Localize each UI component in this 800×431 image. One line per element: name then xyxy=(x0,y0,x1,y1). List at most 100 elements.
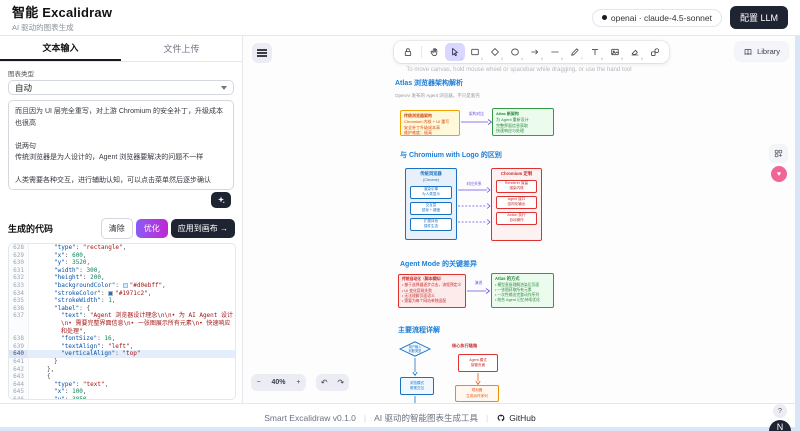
diamond-icon xyxy=(489,46,501,58)
tool-ellipse[interactable]: 4 xyxy=(505,43,525,61)
github-link[interactable]: GitHub xyxy=(496,413,535,423)
footer-separator: | xyxy=(364,413,366,423)
diagram-section2-title: 与 Chromium with Logo 的区别 xyxy=(400,150,502,160)
diagram-green-box2[interactable]: Atlas 的方式 • 模型直接理解渲染后页面• 一张图获取所有元素• 一次性输… xyxy=(491,273,554,308)
tool-rectangle[interactable]: 2 xyxy=(465,43,485,61)
agent-mode-node[interactable]: Agent 模式接管页面 xyxy=(458,354,498,372)
code-line: 641} xyxy=(9,358,235,366)
arrow-icon xyxy=(529,46,541,58)
vertical-scrollbar[interactable] xyxy=(795,36,800,431)
tool-diamond[interactable]: 3 xyxy=(485,43,505,61)
code-actions-row: 生成的代码 清除 优化 应用到画布 → xyxy=(0,218,243,239)
rectangle-icon xyxy=(469,46,481,58)
diagram-yellow-box[interactable]: 传统浏览器架构 Chromium 内核 + UI 重写安全补丁升级成本高维护难度… xyxy=(400,110,460,136)
help-button[interactable]: ? xyxy=(773,404,787,418)
s2-right-boxes: Renderer 保留渲染内核 Agent 接口结构化输出 Action 执行自动操… xyxy=(492,180,541,225)
model-badge-label: openai · claude-4.5-sonnet xyxy=(611,13,712,23)
image-icon xyxy=(609,46,621,58)
zoom-in-button[interactable]: + xyxy=(296,379,300,386)
generated-code-label: 生成的代码 xyxy=(8,222,98,235)
tool-selection[interactable]: 1 xyxy=(445,43,465,61)
optimize-button[interactable]: 优化 xyxy=(136,219,168,238)
tool-line[interactable]: 6 xyxy=(545,43,565,61)
diagram-section3-title: Agent Mode 的关键差异 xyxy=(400,259,477,269)
apply-to-canvas-button[interactable]: 应用到画布 → xyxy=(171,219,235,238)
code-line: 637"text": "Agent 浏览器设计理念\n\n• 为 AI Agen… xyxy=(9,312,235,335)
code-line: 642}, xyxy=(9,366,235,374)
lock-icon xyxy=(402,46,414,58)
flow-arrow-1 xyxy=(412,358,418,376)
diagram-section4-title: 主要流程详解 xyxy=(398,325,440,335)
tool-arrow[interactable]: 5 xyxy=(525,43,545,61)
library-label: Library xyxy=(757,47,780,56)
tool-text[interactable]: 8 xyxy=(585,43,605,61)
code-editor[interactable]: 628"type": "rectangle",629"x": 600,630"y… xyxy=(8,243,236,400)
sparkle-icon xyxy=(216,195,226,205)
diagram-pink-box[interactable]: 传统自动化（脚本模拟） • 基于选择器逐步点击，流程预定义• UI 变化容易失败… xyxy=(398,274,466,308)
code-line: 638"fontSize": 16, xyxy=(9,335,235,343)
diagram-text-line: Chromium 内核 + UI 重写 xyxy=(404,119,456,124)
tool-lock[interactable] xyxy=(398,43,418,61)
code-line: 631"width": 300, xyxy=(9,267,235,275)
footer-version: Smart Excalidraw v0.1.0 xyxy=(264,413,356,423)
arrow-connector xyxy=(461,118,492,126)
feedback-button[interactable]: ♥ xyxy=(771,166,787,182)
diagram-red-container[interactable]: Chromium 定制 Renderer 保留渲染内核Agent 接口结构化输出… xyxy=(491,168,542,241)
diagram-node[interactable]: Renderer 保留渲染内核 xyxy=(496,180,537,193)
tab-file-upload[interactable]: 文件上传 xyxy=(121,36,242,61)
model-badge[interactable]: openai · claude-4.5-sonnet xyxy=(592,9,722,27)
canvas-toolbar: 1234567890 xyxy=(394,41,669,63)
book-icon xyxy=(743,47,753,57)
menu-button[interactable] xyxy=(252,43,272,63)
evolve-label: 演进 xyxy=(467,281,490,286)
tool-image[interactable]: 9 xyxy=(605,43,625,61)
tool-draw[interactable]: 7 xyxy=(565,43,585,61)
left-panel: 文本输入 文件上传 图表类型 自动 而且因为 UI 层完全重写，对上游 Chro… xyxy=(0,36,243,403)
footer-separator: | xyxy=(486,413,488,423)
redo-button[interactable]: ↷ xyxy=(337,378,344,387)
code-line: 643{ xyxy=(9,373,235,381)
diagram-text-line: • 基于选择器逐步点击，流程预定义 xyxy=(402,283,462,288)
code-line: 645"x": 100, xyxy=(9,388,235,396)
zoom-level[interactable]: 40% xyxy=(271,379,285,386)
undo-button[interactable]: ↶ xyxy=(321,378,328,387)
diagram-section1-title: Atlas 浏览器架构解析 xyxy=(395,78,463,88)
github-icon xyxy=(496,413,506,423)
diagram-node[interactable]: 渲染引擎为人类显示 xyxy=(410,186,452,199)
s2-left-boxes: 渲染引擎为人类显示交互层鼠标 + 键盘扩展体系插件生态 xyxy=(406,186,456,231)
diagram-node[interactable]: 交互层鼠标 + 键盘 xyxy=(410,202,452,215)
chart-type-select[interactable]: 自动 xyxy=(8,80,234,95)
prompt-textarea[interactable]: 而且因为 UI 层完全重写，对上游 Chromium 的安全补丁，升级成本也很高… xyxy=(8,100,234,190)
tab-text-input[interactable]: 文本输入 xyxy=(0,36,121,61)
tool-eraser[interactable]: 0 xyxy=(625,43,645,61)
diagram-green-box[interactable]: Atlas 新架构 为 Agent 重新设计完整界面信息获取快速响应与处理 xyxy=(492,108,554,136)
zoom-out-button[interactable]: − xyxy=(256,379,260,386)
excalidraw-canvas[interactable]: 1234567890 Library To move canvas, hold … xyxy=(243,36,795,403)
generate-button[interactable] xyxy=(211,192,231,208)
clear-button[interactable]: 清除 xyxy=(101,218,133,239)
diagram-text-line: • 需要为每个网站单独适配 xyxy=(402,299,462,304)
diagram-text-line: 维护难度：极高 xyxy=(404,130,456,135)
code-line: 630"y": 3520, xyxy=(9,259,235,267)
diagram-blue-container[interactable]: 传统浏览器(Chrome) 渲染引擎为人类显示交互层鼠标 + 键盘扩展体系插件生… xyxy=(405,168,457,240)
diagram-node[interactable]: Action 执行自动操作 xyxy=(496,212,537,225)
github-label: GitHub xyxy=(509,413,535,423)
library-button[interactable]: Library xyxy=(735,42,788,61)
tool-more-tools[interactable] xyxy=(645,43,665,61)
text-icon xyxy=(589,46,601,58)
diagram-node[interactable]: 扩展体系插件生态 xyxy=(410,218,452,231)
grid-add-button[interactable] xyxy=(770,145,787,162)
browse-mode-node[interactable]: 浏览模式常规交互 xyxy=(400,377,434,395)
tool-hand[interactable] xyxy=(425,43,445,61)
eraser-icon xyxy=(629,46,641,58)
planner-node[interactable]: 规划器生成动作序列 xyxy=(455,385,499,402)
chevron-down-icon xyxy=(221,86,227,90)
configure-llm-button[interactable]: 配置 LLM xyxy=(730,6,788,29)
canvas-hint: To move canvas, hold mouse wheel or spac… xyxy=(243,67,795,73)
code-line: 629"x": 600, xyxy=(9,252,235,260)
app-header: 智能 Excalidraw AI 驱动的图表生成 openai · claude… xyxy=(0,0,800,36)
code-line: 628"type": "rectangle", xyxy=(9,244,235,252)
horizontal-scrollbar[interactable] xyxy=(0,427,800,431)
heart-icon: ♥ xyxy=(777,171,781,178)
diagram-node[interactable]: Agent 接口结构化输出 xyxy=(496,196,537,209)
